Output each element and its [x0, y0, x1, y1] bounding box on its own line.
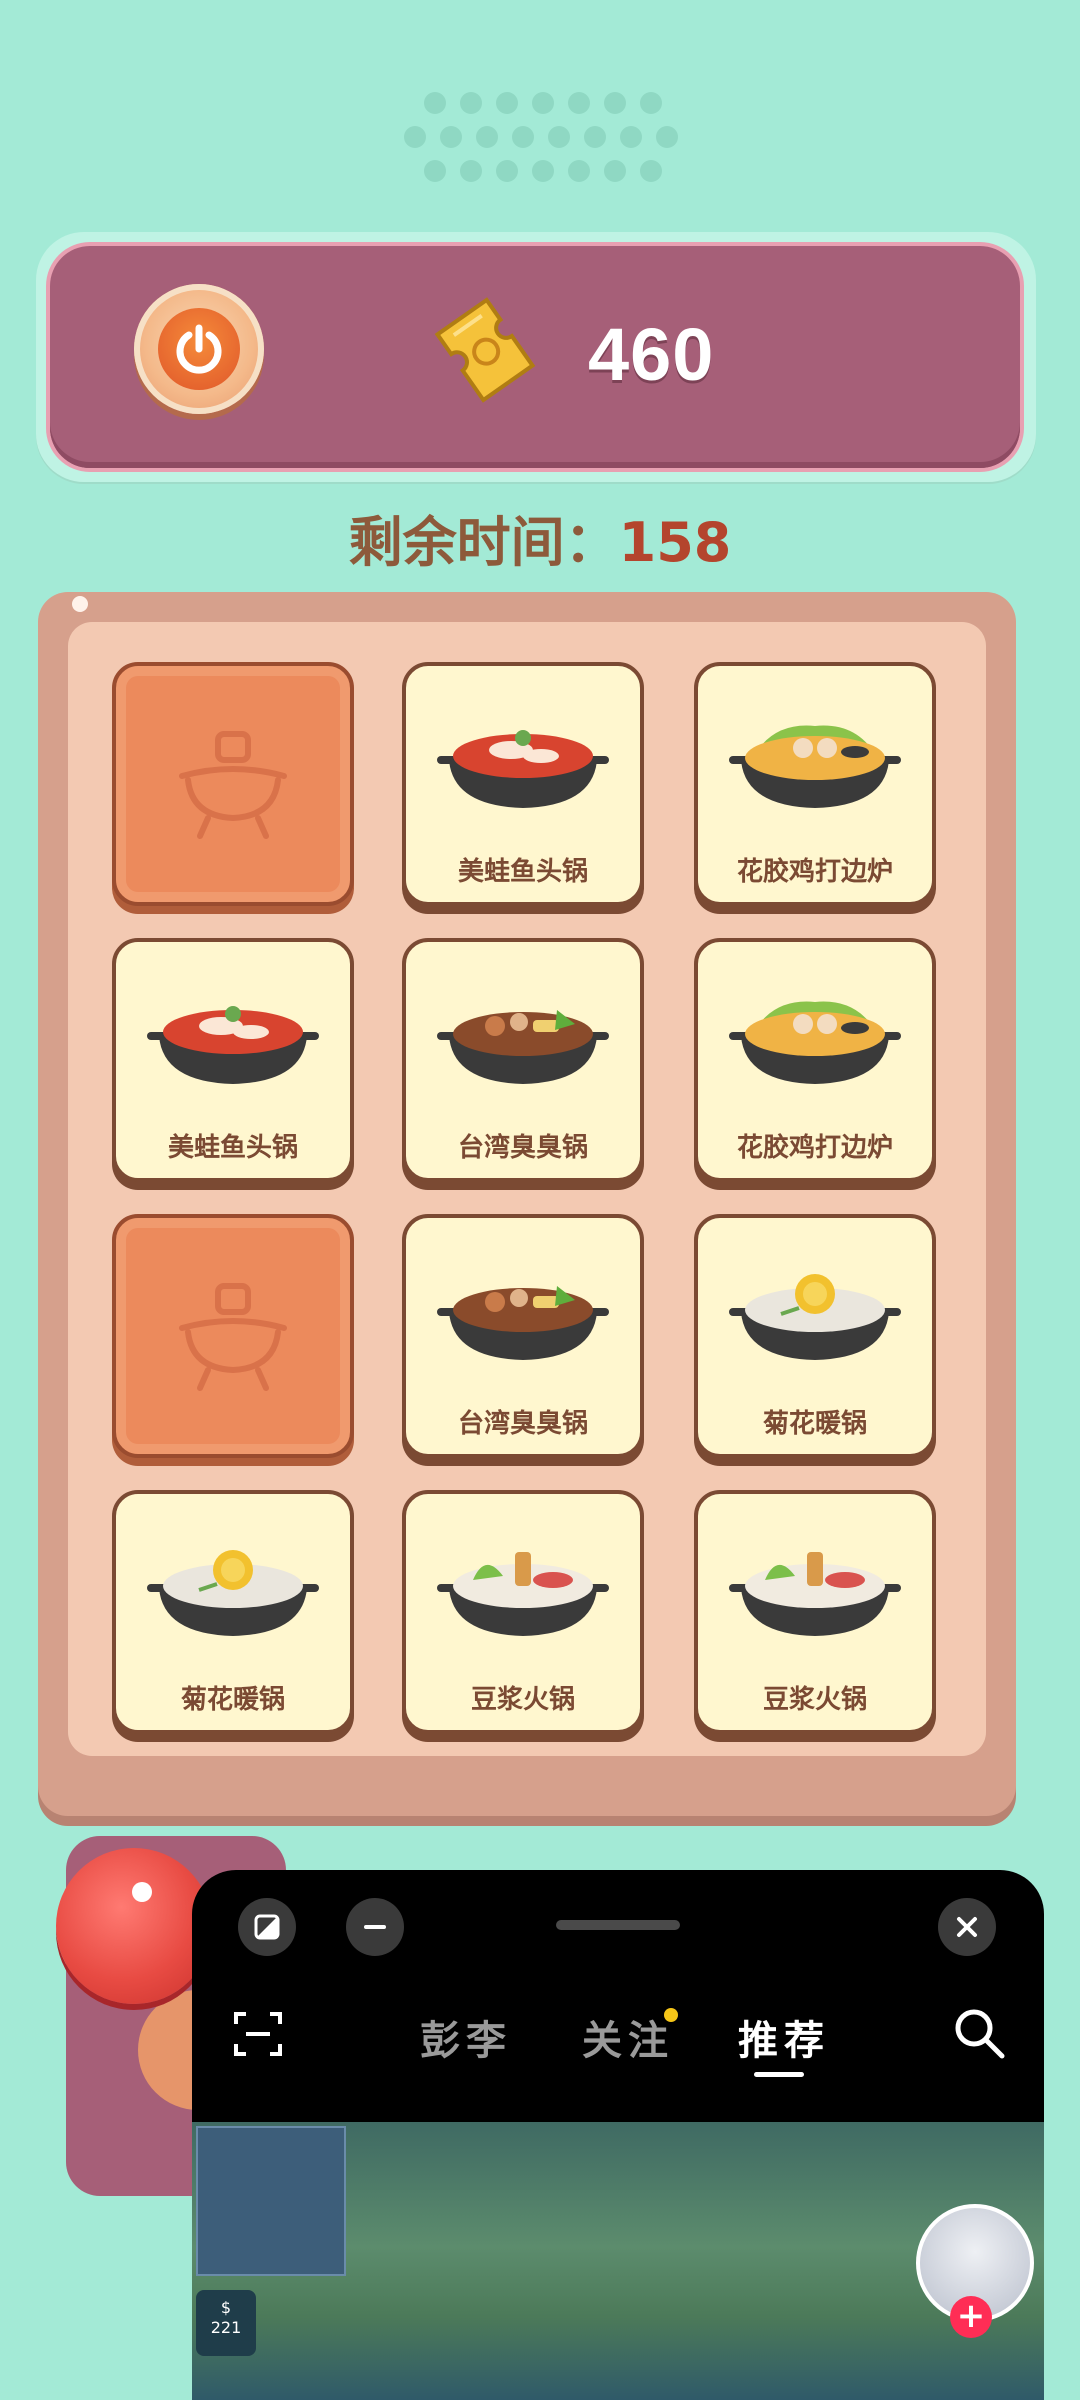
close-icon[interactable] [938, 1898, 996, 1956]
power-icon [158, 308, 240, 390]
hidden-card[interactable] [112, 1214, 354, 1458]
food-card-label: 菊花暖锅 [180, 1685, 285, 1715]
fish-pot-icon [147, 1006, 319, 1084]
food-card[interactable]: 台湾臭臭锅 [402, 938, 644, 1182]
tab-recommended[interactable]: 推荐 [738, 2008, 830, 2066]
decorative-dots [404, 92, 678, 202]
timer-separator: ： [564, 511, 619, 574]
tab-following[interactable]: 关注 [582, 2008, 674, 2066]
food-card[interactable]: 菊花暖锅 [694, 1214, 936, 1458]
food-card[interactable]: 菊花暖锅 [112, 1490, 354, 1734]
search-icon[interactable] [952, 2006, 1006, 2064]
chicken-pot-icon [729, 1001, 901, 1084]
score-value: 460 [588, 313, 715, 396]
food-card[interactable]: 台湾臭臭锅 [402, 1214, 644, 1458]
hidden-card[interactable] [112, 662, 354, 906]
stinky-pot-icon [437, 1010, 609, 1084]
hotpot-silhouette-icon [179, 731, 287, 839]
food-card[interactable]: 美蛙鱼头锅 [402, 662, 644, 906]
coin-value: 221 [210, 2318, 242, 2337]
timer: 剩余时间：158 [0, 498, 1080, 577]
chicken-pot-icon [729, 725, 901, 808]
food-card[interactable]: 豆浆火锅 [402, 1490, 644, 1734]
food-card[interactable]: 花胶鸡打边炉 [694, 662, 936, 906]
follow-plus-icon[interactable]: + [950, 2296, 992, 2338]
chrysanthemum-pot-icon [729, 1274, 901, 1360]
scan-icon[interactable] [232, 2008, 284, 2064]
hotpot-silhouette-icon [179, 1283, 287, 1391]
food-card-label: 豆浆火锅 [762, 1685, 867, 1715]
food-card-label: 花胶鸡打边炉 [736, 857, 893, 887]
chrysanthemum-pot-icon [147, 1550, 319, 1636]
drag-handle[interactable] [556, 1920, 680, 1930]
food-card-label: 台湾臭臭锅 [457, 1133, 588, 1163]
stinky-pot-icon [437, 1286, 609, 1360]
red-ball-button[interactable] [56, 1848, 212, 2004]
fish-pot-icon [437, 730, 609, 808]
video-tabs: 彭李 关注 推荐 [192, 2002, 1044, 2082]
tab-pengli[interactable]: 彭李 [420, 2008, 512, 2066]
notification-dot [664, 2008, 678, 2022]
food-card-label: 花胶鸡打边炉 [736, 1133, 893, 1163]
food-card-label: 豆浆火锅 [470, 1685, 575, 1715]
food-card-label: 美蛙鱼头锅 [457, 857, 588, 887]
timer-value: 158 [618, 511, 732, 574]
food-card[interactable]: 豆浆火锅 [694, 1490, 936, 1734]
timer-label: 剩余时间 [348, 511, 565, 574]
power-button[interactable] [134, 284, 264, 414]
soymilk-pot-icon [437, 1552, 609, 1636]
contrast-icon[interactable] [238, 1898, 296, 1956]
food-card[interactable]: 花胶鸡打边炉 [694, 938, 936, 1182]
food-card[interactable]: 美蛙鱼头锅 [112, 938, 354, 1182]
floating-video-window[interactable]: 彭李 关注 推荐 $221 + [192, 1870, 1044, 2400]
coin-badge: $221 [196, 2290, 256, 2356]
food-card-label: 美蛙鱼头锅 [167, 1133, 298, 1163]
game-minimap [196, 2126, 346, 2276]
soymilk-pot-icon [729, 1552, 901, 1636]
board-corner-dot [72, 596, 88, 612]
minimize-icon[interactable] [346, 1898, 404, 1956]
video-preview[interactable]: $221 + [192, 2122, 1044, 2400]
active-tab-indicator [754, 2072, 804, 2077]
food-card-label: 台湾臭臭锅 [457, 1409, 588, 1439]
ticket-icon [430, 290, 540, 410]
food-card-label: 菊花暖锅 [762, 1409, 867, 1439]
